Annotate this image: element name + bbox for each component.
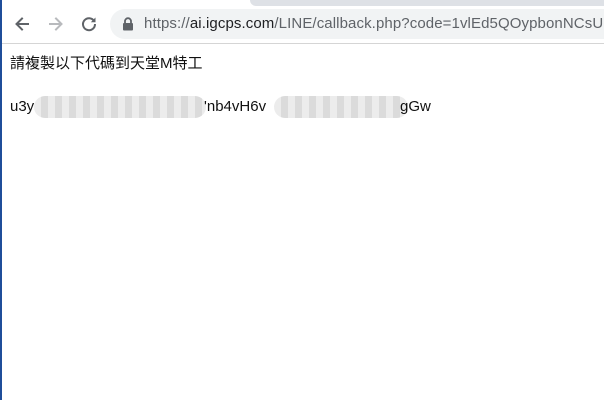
back-button[interactable]	[8, 10, 36, 38]
arrow-left-icon	[13, 15, 31, 33]
url-scheme: https://	[144, 15, 190, 32]
reload-button[interactable]	[75, 10, 103, 38]
page-content: 請複製以下代碼到天堂M特工 u3y 'nb4vH6v gGw	[10, 54, 604, 118]
arrow-right-icon	[47, 15, 65, 33]
url-path: /LINE/callback.php?code=1vlEd5QOypbonNCs…	[274, 15, 604, 32]
url-host: ai.igcps.com	[189, 15, 275, 32]
window-edge	[0, 0, 2, 400]
redacted-blur	[34, 96, 206, 118]
forward-button[interactable]	[42, 10, 70, 38]
auth-code: u3y 'nb4vH6v gGw	[10, 96, 604, 118]
code-segment-middle: 'nb4vH6v	[204, 98, 267, 115]
url-text[interactable]: https://ai.igcps.com/LINE/callback.php?c…	[144, 15, 604, 33]
browser-toolbar: https://ai.igcps.com/LINE/callback.php?c…	[2, 6, 604, 44]
lock-icon	[122, 17, 134, 31]
reload-icon	[80, 15, 98, 33]
address-bar[interactable]: https://ai.igcps.com/LINE/callback.php?c…	[110, 9, 604, 39]
redacted-blur	[274, 96, 408, 118]
code-segment-end: gGw	[400, 98, 431, 115]
instruction-text: 請複製以下代碼到天堂M特工	[10, 55, 203, 72]
code-segment-start: u3y	[10, 98, 35, 115]
